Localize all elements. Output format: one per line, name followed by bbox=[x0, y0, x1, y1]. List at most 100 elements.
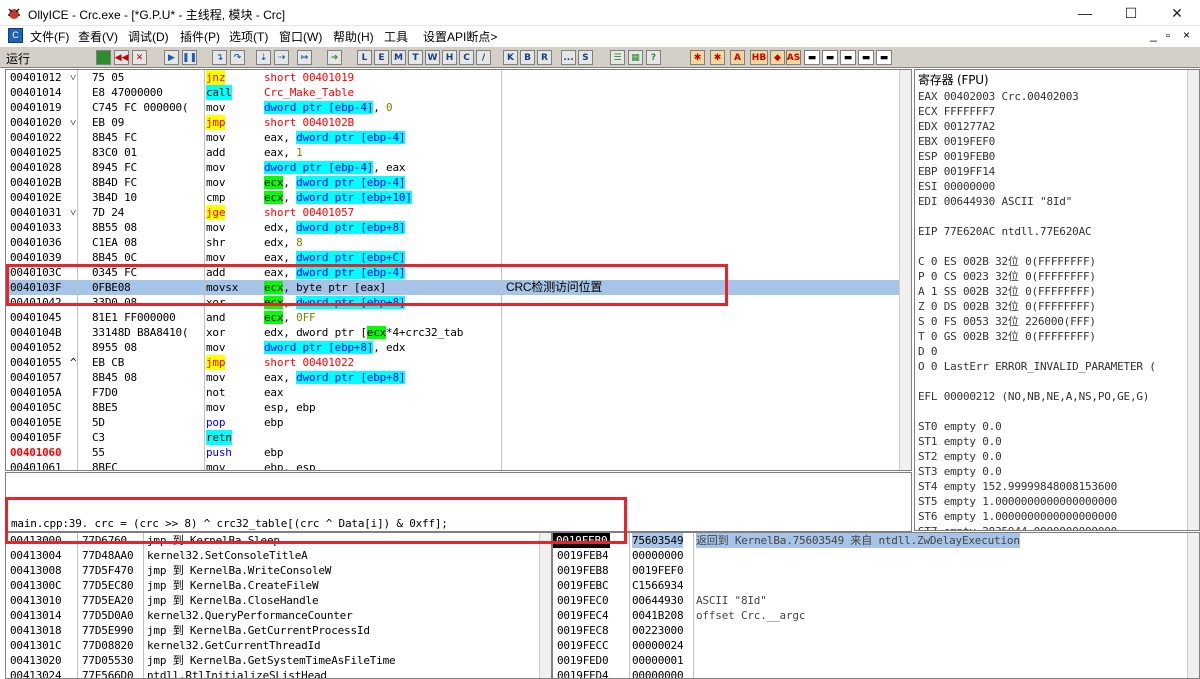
restart-icon[interactable]: ◀◀ bbox=[114, 50, 129, 65]
stack-row[interactable]: 0019FECC 00000024 bbox=[553, 638, 1187, 653]
register-line[interactable]: EDI 00644930 ASCII "8Id" bbox=[918, 194, 1072, 209]
disasm-row[interactable]: 00401060 55 push ebp bbox=[6, 445, 899, 460]
plugin-slot-icon-2[interactable]: ▬ bbox=[822, 50, 838, 65]
column-divider[interactable] bbox=[629, 533, 630, 678]
plugin-tool-icon-5[interactable]: ◆ bbox=[770, 50, 785, 65]
threads-button[interactable]: T bbox=[408, 50, 423, 65]
register-line[interactable]: ST2 empty 0.0 bbox=[918, 449, 1002, 464]
plugin-tool-icon-2[interactable]: ✱ bbox=[710, 50, 725, 65]
help-icon[interactable]: ? bbox=[646, 50, 661, 65]
register-line[interactable]: D 0 bbox=[918, 344, 937, 359]
register-line[interactable]: A 1 SS 002B 32位 0(FFFFFFFF) bbox=[918, 284, 1096, 299]
dump-row[interactable]: 00413004 77D48AA0 kernel32.SetConsoleTitle… bbox=[6, 548, 539, 563]
maximize-button[interactable]: ☐ bbox=[1108, 0, 1154, 26]
trace-over-icon[interactable]: ⇢ bbox=[274, 50, 289, 65]
register-line[interactable]: EIP 77E620AC ntdll.77E620AC bbox=[918, 224, 1092, 239]
menu-tools[interactable]: 工具 bbox=[384, 28, 408, 45]
register-line[interactable]: EAX 00402003 Crc.00402003 bbox=[918, 89, 1079, 104]
disasm-row[interactable]: 0040104B 33148D B8A8410(xor edx, dword ptr… bbox=[6, 325, 899, 340]
dump-row[interactable]: 00413024 77E566D0 ntdll.RtlInitializeSList… bbox=[6, 668, 539, 678]
windows-button[interactable]: W bbox=[425, 50, 440, 65]
stack-row[interactable]: 0019FED0 00000001 bbox=[553, 653, 1187, 668]
disasm-row[interactable]: 00401052 8955 08 mov dword ptr [ebp+8], edx bbox=[6, 340, 899, 355]
dump-row[interactable]: 00413014 77D5D0A0 kernel32.QueryPerformanc… bbox=[6, 608, 539, 623]
mdi-close-button[interactable]: × bbox=[1183, 28, 1190, 42]
mdi-window-icon[interactable]: C bbox=[8, 28, 23, 43]
executable-modules-button[interactable]: E bbox=[374, 50, 389, 65]
stack-row[interactable]: 0019FEB4 00000000 bbox=[553, 548, 1187, 563]
mdi-minimize-button[interactable]: _ bbox=[1150, 28, 1157, 42]
disasm-row[interactable]: 00401033 8B55 08 mov edx, dword ptr [ebp+8] bbox=[6, 220, 899, 235]
disasm-row[interactable]: 00401055 ^ EB CB jmp short 00401022 bbox=[6, 355, 899, 370]
plugin-slot-icon-3[interactable]: ▬ bbox=[840, 50, 856, 65]
registers-pane[interactable]: 寄存器 (FPU) EAX 00402003 Crc.00402003 ECX F… bbox=[914, 69, 1200, 531]
step-over-icon[interactable]: ↷ bbox=[230, 50, 245, 65]
disasm-row[interactable]: 0040105C 8BE5 mov esp, ebp bbox=[6, 400, 899, 415]
disasm-row[interactable]: 0040102E 3B4D 10 cmp ecx, dword ptr [ebp+10… bbox=[6, 190, 899, 205]
go-to-icon[interactable]: ➜ bbox=[327, 50, 342, 65]
disasm-row[interactable]: 00401061 8BEC mov ebp, esp bbox=[6, 460, 899, 470]
menu-view[interactable]: 查看(V) bbox=[78, 28, 118, 45]
column-divider[interactable] bbox=[693, 533, 694, 678]
plugin-tool-icon-3[interactable]: A bbox=[730, 50, 745, 65]
plugin-slot-icon-4[interactable]: ▬ bbox=[858, 50, 874, 65]
register-line[interactable]: T 0 GS 002B 32位 0(FFFFFFFF) bbox=[918, 329, 1096, 344]
register-line[interactable]: ST5 empty 1.0000000000000000000 bbox=[918, 494, 1117, 509]
memory-map-button[interactable]: M bbox=[391, 50, 406, 65]
stack-row[interactable]: 0019FEC0 00644930 ASCII "8Id" bbox=[553, 593, 1187, 608]
disasm-row[interactable]: 00401019 C745 FC 000000(mov dword ptr [ebp… bbox=[6, 100, 899, 115]
dump-row[interactable]: 00413010 77D5EA20 jmp 到 KernelBa.CloseHand… bbox=[6, 593, 539, 608]
column-divider[interactable] bbox=[143, 533, 144, 678]
stack-row[interactable]: 0019FED4 00000000 bbox=[553, 668, 1187, 678]
stack-row[interactable]: 0019FEB8 0019FEF0 bbox=[553, 563, 1187, 578]
disasm-row[interactable]: 00401045 81E1 FF000000 and ecx, 0FF bbox=[6, 310, 899, 325]
register-line[interactable]: EBP 0019FF14 bbox=[918, 164, 995, 179]
cpu-button[interactable]: C bbox=[459, 50, 474, 65]
dump-scrollbar[interactable] bbox=[539, 533, 551, 678]
plugin-slot-icon-5[interactable]: ▬ bbox=[876, 50, 892, 65]
register-line[interactable]: EFL 00000212 (NO,NB,NE,A,NS,PO,GE,G) bbox=[918, 389, 1149, 404]
source-button[interactable]: S bbox=[578, 50, 593, 65]
stack-pane[interactable]: 0019FEB0 75603549 返回到 KernelBa.75603549 来自… bbox=[552, 532, 1200, 679]
log-window-button[interactable]: L bbox=[357, 50, 372, 65]
dump-row[interactable]: 0041301C 77D08820 kernel32.GetCurrentThrea… bbox=[6, 638, 539, 653]
disasm-row[interactable]: 0040102B 8B4D FC mov ecx, dword ptr [ebp-4] bbox=[6, 175, 899, 190]
disasm-row[interactable]: 00401028 8945 FC mov dword ptr [ebp-4], eax bbox=[6, 160, 899, 175]
run-icon[interactable]: ▶ bbox=[164, 50, 179, 65]
trace-into-icon[interactable]: ⇣ bbox=[256, 50, 271, 65]
run-trace-button[interactable]: ... bbox=[561, 50, 576, 65]
register-line[interactable]: ST7 empty 2835944.0000000000000 bbox=[918, 524, 1117, 530]
references-button[interactable]: R bbox=[537, 50, 552, 65]
stack-row[interactable]: 0019FEC8 00223000 bbox=[553, 623, 1187, 638]
menu-set-api-breakpoint[interactable]: 设置API断点> bbox=[423, 28, 497, 45]
column-divider[interactable] bbox=[77, 533, 78, 678]
dump-row[interactable]: 00413008 77D5F470 jmp 到 KernelBa.WriteCons… bbox=[6, 563, 539, 578]
minimize-button[interactable]: — bbox=[1062, 0, 1108, 26]
register-line[interactable]: O 0 LastErr ERROR_INVALID_PARAMETER ( bbox=[918, 359, 1156, 374]
register-line[interactable]: C 0 ES 002B 32位 0(FFFFFFFF) bbox=[918, 254, 1096, 269]
disasm-row[interactable]: 00401014 E8 47000000 call Crc_Make_Table bbox=[6, 85, 899, 100]
asm-icon[interactable]: AS bbox=[786, 50, 801, 65]
register-line[interactable]: ST1 empty 0.0 bbox=[918, 434, 1002, 449]
mdi-restore-button[interactable]: ▫ bbox=[1166, 28, 1170, 42]
menu-options[interactable]: 选项(T) bbox=[229, 28, 268, 45]
hardware-breakpoint-icon[interactable]: HB bbox=[750, 50, 768, 65]
menu-debug[interactable]: 调试(D) bbox=[128, 28, 169, 45]
step-into-icon[interactable]: ↴ bbox=[212, 50, 227, 65]
disassembly-scrollbar[interactable] bbox=[899, 70, 911, 470]
dump-row[interactable]: 00413020 77D05530 jmp 到 KernelBa.GetSystem… bbox=[6, 653, 539, 668]
memory-dump-pane[interactable]: 00413000 77D6760 jmp 到 KernelBa.Sleep 00413… bbox=[5, 532, 552, 679]
disasm-row[interactable]: 00401025 83C0 01 add eax, 1 bbox=[6, 145, 899, 160]
disasm-row[interactable]: 00401012 ˅ 75 05 jnz short 00401019 bbox=[6, 70, 899, 85]
plugin-slot-icon-1[interactable]: ▬ bbox=[804, 50, 820, 65]
dump-row[interactable]: 00413018 77D5E990 jmp 到 KernelBa.GetCurren… bbox=[6, 623, 539, 638]
register-line[interactable]: ESP 0019FEB0 bbox=[918, 149, 995, 164]
disasm-row[interactable]: 0040105E 5D pop ebp bbox=[6, 415, 899, 430]
register-line[interactable]: Z 0 DS 002B 32位 0(FFFFFFFF) bbox=[918, 299, 1096, 314]
menu-window[interactable]: 窗口(W) bbox=[279, 28, 322, 45]
register-line[interactable]: ECX FFFFFFF7 bbox=[918, 104, 995, 119]
close-program-icon[interactable]: ✕ bbox=[132, 50, 147, 65]
execute-till-return-icon[interactable]: ↦ bbox=[297, 50, 312, 65]
registers-scrollbar[interactable] bbox=[1187, 70, 1199, 530]
stack-row[interactable]: 0019FEC4 0041B208 offset Crc.__argc bbox=[553, 608, 1187, 623]
